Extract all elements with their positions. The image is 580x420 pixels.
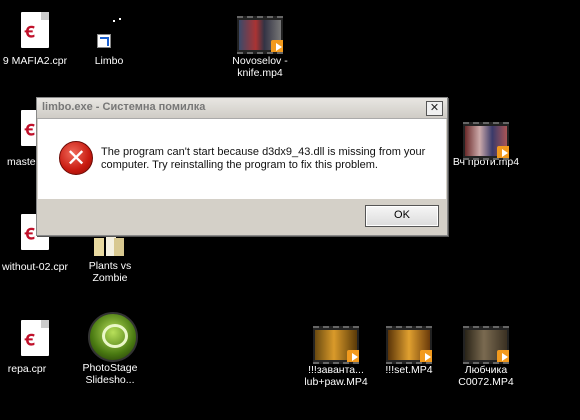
- ok-button[interactable]: OK: [365, 205, 439, 227]
- desktop-icon-label: Любчика C0072.MP4: [458, 364, 514, 388]
- desktop-icon-plants-vs-zombie[interactable]: Plants vs Zombie: [70, 234, 150, 284]
- desktop-icon-repa[interactable]: ꞓ repa.cpr: [0, 320, 67, 375]
- desktop-icon-vch-proty[interactable]: Вч проти.mp4: [446, 122, 526, 168]
- video-file-icon: [463, 122, 509, 160]
- desktop-icon-novoselov[interactable]: Novoselov - knife.mp4: [220, 16, 300, 79]
- desktop-icon-label: 9 MAFIA2.cpr: [2, 55, 68, 67]
- shortcut-arrow-icon: [97, 34, 111, 48]
- play-badge-icon: [271, 40, 283, 52]
- cpr-file-icon: ꞓ: [21, 320, 49, 356]
- desktop-icon-9-mafia2[interactable]: ꞓ 9 MAFIA2.cpr: [0, 12, 75, 67]
- limbo-app-icon: [97, 18, 121, 48]
- video-file-icon: [386, 326, 432, 364]
- photostage-app-icon: [88, 312, 138, 362]
- play-badge-icon: [420, 350, 432, 362]
- play-badge-icon: [347, 350, 359, 362]
- video-file-icon: [313, 326, 359, 364]
- error-dialog: limbo.exe - Системна помилка ✕ ✕ The pro…: [36, 97, 448, 236]
- desktop-icon-label: !!!заванта... lub+paw.MP4: [304, 364, 368, 388]
- desktop-icon-liubchyka[interactable]: Любчика C0072.MP4: [446, 326, 526, 388]
- video-file-icon: [237, 16, 283, 54]
- desktop-icon-set[interactable]: !!!set.MP4: [369, 326, 449, 376]
- error-message: The program can't start because d3dx9_43…: [101, 146, 426, 171]
- error-x-icon: ✕: [59, 141, 93, 175]
- desktop-icon-label: PhotoStage Slidesho...: [82, 362, 138, 386]
- desktop-icon-label: Limbo: [94, 55, 124, 67]
- desktop-icon-limbo[interactable]: Limbo: [69, 12, 149, 67]
- desktop-icon-label: repa.cpr: [7, 363, 47, 375]
- dialog-titlebar[interactable]: limbo.exe - Системна помилка ✕: [37, 98, 447, 119]
- plants-vs-zombies-icon: [94, 234, 126, 256]
- desktop-icon-label: !!!set.MP4: [385, 364, 433, 376]
- cpr-file-icon: ꞓ: [21, 12, 49, 48]
- dialog-title: limbo.exe - Системна помилка: [42, 101, 206, 113]
- dialog-message-area: ✕ The program can't start because d3dx9_…: [38, 119, 446, 199]
- desktop-icon-label: without-02.cpr: [2, 261, 68, 273]
- desktop-icon-zavantazhennia[interactable]: !!!заванта... lub+paw.MP4: [296, 326, 376, 388]
- desktop-icon-label: Novoselov - knife.mp4: [232, 55, 288, 79]
- desktop-icon-label: Plants vs Zombie: [88, 260, 132, 284]
- close-button[interactable]: ✕: [426, 101, 443, 116]
- play-badge-icon: [497, 350, 509, 362]
- desktop-icon-photostage[interactable]: PhotoStage Slidesho...: [70, 312, 150, 386]
- video-file-icon: [463, 326, 509, 364]
- play-badge-icon: [497, 146, 509, 158]
